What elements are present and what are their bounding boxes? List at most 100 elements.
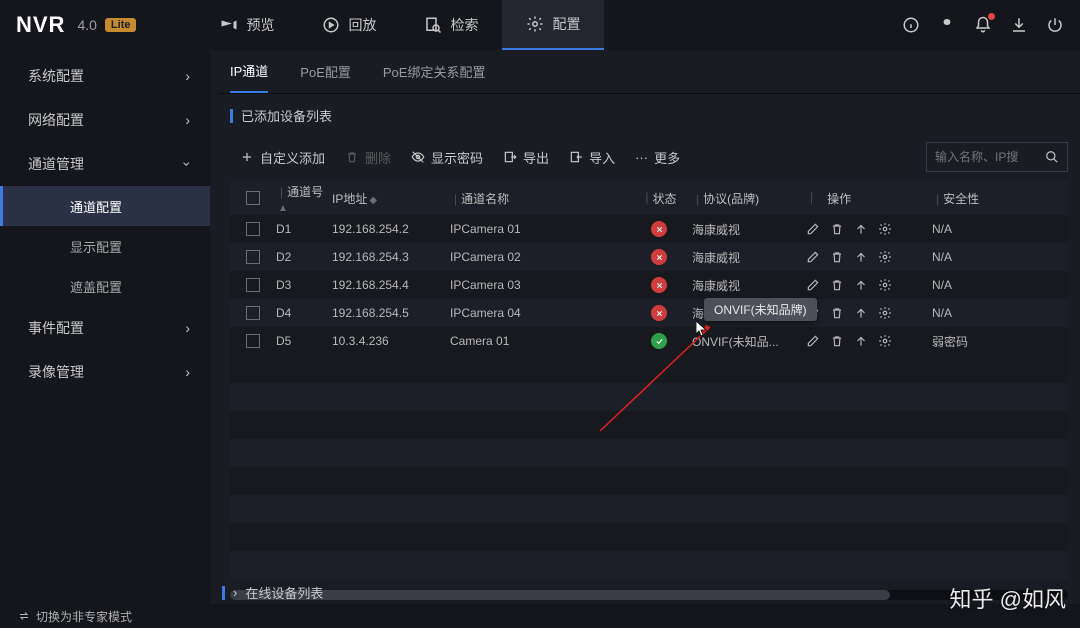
brand: NVR 4.0 Lite [16, 12, 136, 38]
status-badge [651, 249, 667, 265]
cell-protocol: ONVIF(未知品... [686, 333, 800, 350]
edit-icon[interactable] [806, 250, 820, 264]
subtab-poe-config[interactable]: PoE配置 [300, 50, 351, 93]
settings-icon[interactable] [878, 334, 892, 348]
up-icon[interactable] [854, 250, 868, 264]
row-checkbox[interactable] [246, 222, 260, 236]
empty-row [230, 523, 1068, 551]
select-all-checkbox[interactable] [246, 191, 260, 205]
row-checkbox[interactable] [246, 250, 260, 264]
edit-icon[interactable] [806, 334, 820, 348]
cell-operations [800, 250, 926, 264]
cell-security: N/A [926, 250, 1046, 264]
search-box [926, 142, 1068, 172]
sidebar-system[interactable]: 系统配置› [0, 54, 210, 98]
cell-operations [800, 306, 926, 320]
sidebar-event[interactable]: 事件配置› [0, 306, 210, 350]
subtab-poe-binding[interactable]: PoE绑定关系配置 [383, 50, 486, 93]
col-operations[interactable]: 操作 [827, 190, 851, 207]
sidebar-channel[interactable]: 通道管理› [0, 142, 210, 186]
table-row[interactable]: D5 10.3.4.236 Camera 01 ONVIF(未知品... 弱密码 [230, 327, 1068, 355]
table-row[interactable]: D1 192.168.254.2 IPCamera 01 海康威视 N/A [230, 215, 1068, 243]
col-security[interactable]: 安全性 [943, 192, 979, 206]
settings-icon[interactable] [878, 250, 892, 264]
empty-row [230, 383, 1068, 411]
col-channel[interactable]: 通道号 [287, 185, 323, 199]
delete-icon[interactable] [830, 278, 844, 292]
sidebar-record[interactable]: 录像管理› [0, 350, 210, 394]
more-button[interactable]: ···更多 [625, 148, 690, 167]
cell-channel: D3 [276, 278, 332, 292]
sidebar-channel-config[interactable]: 通道配置 [0, 186, 210, 226]
up-icon[interactable] [854, 306, 868, 320]
import-button[interactable]: 导入 [559, 148, 625, 167]
edit-icon[interactable] [806, 222, 820, 236]
sidebar-network[interactable]: 网络配置› [0, 98, 210, 142]
cell-ip: 192.168.254.5 [332, 306, 444, 320]
empty-row [230, 495, 1068, 523]
info-icon[interactable] [902, 16, 920, 34]
online-devices-header[interactable]: › 在线设备列表 [222, 583, 323, 602]
nav-search[interactable]: 检索 [400, 0, 502, 50]
cell-name: IPCamera 02 [444, 250, 632, 264]
cell-protocol: 海 [686, 305, 800, 322]
top-bar: NVR 4.0 Lite 预览 回放 检索 配置 [0, 0, 1080, 50]
subtab-ip-channel[interactable]: IP通道 [230, 50, 268, 93]
nav-preview[interactable]: 预览 [196, 0, 298, 50]
delete-icon[interactable] [830, 250, 844, 264]
cell-channel: D2 [276, 250, 332, 264]
search-input[interactable] [927, 150, 1037, 164]
table-header: |通道号▲ IP地址◆ |通道名称 |状态 |协议(品牌) |操作 |安全性 [230, 181, 1068, 215]
expert-mode-toggle[interactable]: 切换为非专家模式 [36, 608, 132, 625]
settings-icon[interactable] [878, 222, 892, 236]
bell-icon[interactable] [974, 16, 992, 34]
row-checkbox[interactable] [246, 278, 260, 292]
status-badge [651, 277, 667, 293]
chevron-right-icon: › [185, 112, 190, 128]
nav-config[interactable]: 配置 [502, 0, 604, 50]
sidebar-display-config[interactable]: 显示配置 [0, 226, 210, 266]
row-checkbox[interactable] [246, 306, 260, 320]
col-protocol[interactable]: 协议(品牌) [703, 192, 759, 206]
horizontal-scrollbar[interactable] [230, 590, 1068, 600]
custom-add-button[interactable]: 自定义添加 [230, 148, 335, 167]
scrollbar-thumb[interactable] [230, 590, 890, 600]
delete-icon[interactable] [830, 334, 844, 348]
delete-icon[interactable] [830, 306, 844, 320]
chevron-right-icon: › [185, 68, 190, 84]
empty-row [230, 467, 1068, 495]
search-button[interactable] [1037, 142, 1067, 172]
col-status[interactable]: 状态 [653, 190, 677, 207]
up-icon[interactable] [854, 222, 868, 236]
show-password-button[interactable]: 显示密码 [401, 148, 493, 167]
empty-row [230, 439, 1068, 467]
col-name[interactable]: 通道名称 [461, 192, 509, 206]
edit-icon[interactable] [806, 278, 820, 292]
nav-playback[interactable]: 回放 [298, 0, 400, 50]
eye-off-icon [411, 150, 425, 164]
edit-icon[interactable] [806, 306, 820, 320]
download-icon[interactable] [1010, 16, 1028, 34]
cell-protocol: 海康威视 [686, 249, 800, 266]
settings-icon[interactable] [878, 278, 892, 292]
search-icon [1045, 150, 1059, 164]
row-checkbox[interactable] [246, 334, 260, 348]
cell-ip: 192.168.254.3 [332, 250, 444, 264]
up-icon[interactable] [854, 278, 868, 292]
empty-row [230, 355, 1068, 383]
settings-icon[interactable] [878, 306, 892, 320]
delete-icon[interactable] [830, 222, 844, 236]
cell-operations [800, 278, 926, 292]
chevron-right-icon: › [185, 364, 190, 380]
table-row[interactable]: D2 192.168.254.3 IPCamera 02 海康威视 N/A [230, 243, 1068, 271]
cell-security: 弱密码 [926, 333, 1046, 350]
delete-button[interactable]: 删除 [335, 148, 401, 167]
fan-icon[interactable] [938, 16, 956, 34]
table-row[interactable]: D4 192.168.254.5 IPCamera 04 海 N/A [230, 299, 1068, 327]
power-icon[interactable] [1046, 16, 1064, 34]
sidebar-mask-config[interactable]: 遮盖配置 [0, 266, 210, 306]
col-ip[interactable]: IP地址 [332, 192, 367, 206]
up-icon[interactable] [854, 334, 868, 348]
export-button[interactable]: 导出 [493, 148, 559, 167]
table-row[interactable]: D3 192.168.254.4 IPCamera 03 海康威视 N/A [230, 271, 1068, 299]
